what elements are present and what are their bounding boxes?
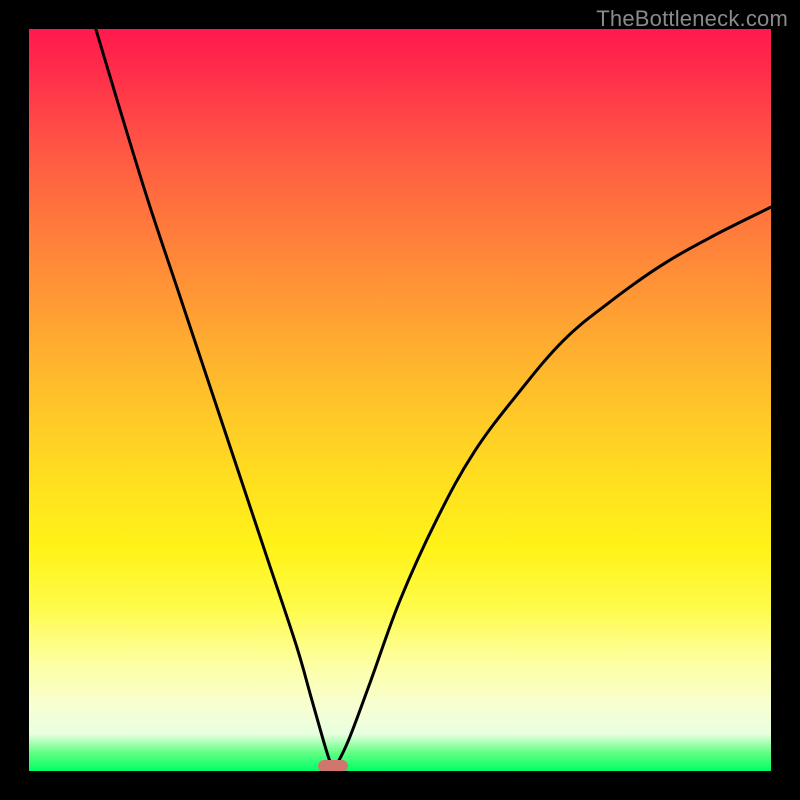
minimum-marker [318, 760, 348, 772]
plot-background-gradient [29, 29, 771, 771]
watermark-text: TheBottleneck.com [596, 6, 788, 32]
chart-stage: TheBottleneck.com [0, 0, 800, 800]
